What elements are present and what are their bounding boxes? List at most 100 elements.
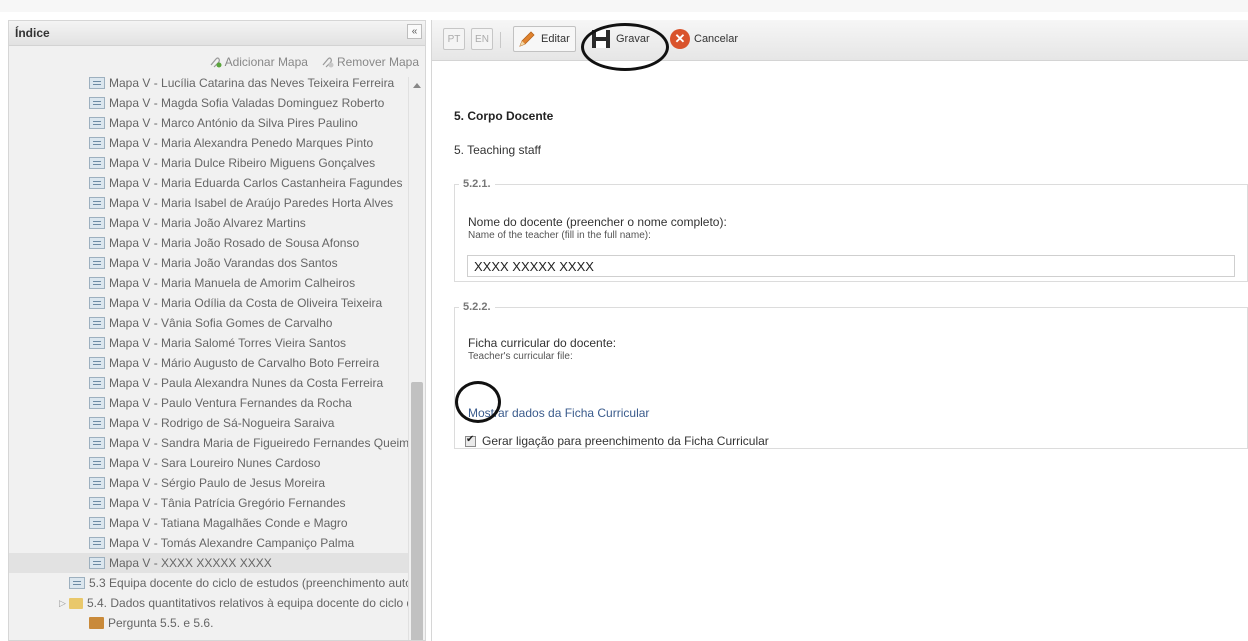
tree-item-label: 5.3 Equipa docente do ciclo de estudos (… — [89, 576, 410, 590]
generate-link-label: Gerar ligação para preenchimento da Fich… — [482, 434, 769, 448]
scroll-up-arrow-icon[interactable] — [413, 83, 421, 88]
tree-item[interactable]: Mapa V - Paulo Ventura Fernandes da Roch… — [9, 393, 410, 413]
tree-item[interactable]: Mapa V - Maria Eduarda Carlos Castanheir… — [9, 173, 410, 193]
tree-item-label: Mapa V - Tânia Patrícia Gregório Fernand… — [109, 496, 346, 510]
document-icon — [89, 357, 105, 369]
section-title: 5. Corpo Docente — [454, 109, 554, 123]
tree-item[interactable]: Mapa V - Mário Augusto de Carvalho Boto … — [9, 353, 410, 373]
document-icon — [89, 557, 105, 569]
tree-item[interactable]: Mapa V - Tatiana Magalhães Conde e Magro — [9, 513, 410, 533]
document-icon — [89, 397, 105, 409]
question-book-icon — [89, 617, 104, 629]
document-icon — [89, 517, 105, 529]
collapse-panel-button[interactable]: « — [407, 24, 422, 39]
remove-map-icon — [322, 57, 334, 68]
tree-item[interactable]: Mapa V - Maria João Varandas dos Santos — [9, 253, 410, 273]
document-icon — [89, 117, 105, 129]
tree-item-label: Mapa V - Magda Sofia Valadas Dominguez R… — [109, 96, 385, 110]
document-icon — [89, 377, 105, 389]
tree-item[interactable]: Mapa V - Maria Odília da Costa de Olivei… — [9, 293, 410, 313]
index-panel-header: Índice « — [9, 21, 425, 46]
folder-icon — [69, 597, 83, 609]
remove-map-button[interactable]: Remover Mapa — [320, 55, 419, 69]
teacher-name-input[interactable] — [467, 255, 1235, 277]
tree-item-label: Mapa V - Maria Eduarda Carlos Castanheir… — [109, 176, 403, 190]
tree-item[interactable]: ▷ 5.4. Dados quantitativos relativos à eq… — [9, 593, 410, 613]
tree-item[interactable]: Mapa V - Maria Dulce Ribeiro Miguens Gon… — [9, 153, 410, 173]
tree-item-label: Mapa V - Maria João Alvarez Martins — [109, 216, 306, 230]
tree-item[interactable]: Pergunta 5.5. e 5.6. — [9, 613, 410, 633]
generate-link-checkbox[interactable] — [465, 434, 476, 447]
tree-item[interactable]: Mapa V - Tânia Patrícia Gregório Fernand… — [9, 493, 410, 513]
document-icon — [89, 417, 105, 429]
tree-item-label: Mapa V - Vânia Sofia Gomes de Carvalho — [109, 316, 333, 330]
document-icon — [89, 497, 105, 509]
tree-item[interactable]: Mapa V - Maria Salomé Torres Vieira Sant… — [9, 333, 410, 353]
tree-item[interactable]: Mapa V - Maria Isabel de Araújo Paredes … — [9, 193, 410, 213]
document-icon — [89, 297, 105, 309]
tree-item-label: Mapa V - Sérgio Paulo de Jesus Moreira — [109, 476, 326, 490]
tree-item-label: Mapa V - Tatiana Magalhães Conde e Magro — [109, 516, 348, 530]
index-panel: Índice « Adicionar Mapa Remover Mapa Map… — [8, 20, 426, 641]
document-icon — [89, 457, 105, 469]
tree-item[interactable]: Mapa V - Tomás Alexandre Campaniço Palma — [9, 533, 410, 553]
cancel-button[interactable]: ✕ Cancelar — [670, 26, 738, 52]
tree-item-label: Mapa V - Marco António da Silva Pires Pa… — [109, 116, 358, 130]
document-icon — [89, 77, 105, 89]
language-pt-button[interactable]: PT — [443, 28, 465, 50]
curricular-file-sublabel: Teacher's curricular file: — [468, 351, 573, 362]
editor-toolbar: PT EN Editar Gravar ✕ Cancelar — [432, 20, 1248, 61]
tree-item[interactable]: Mapa V - Sérgio Paulo de Jesus Moreira — [9, 473, 410, 493]
save-icon — [592, 30, 610, 48]
save-label: Gravar — [616, 33, 650, 45]
tree-item-label: 5.4. Dados quantitativos relativos à equ… — [87, 596, 410, 610]
document-icon — [89, 157, 105, 169]
tree-item[interactable]: Mapa V - Vânia Sofia Gomes de Carvalho — [9, 313, 410, 333]
tree-expand-icon[interactable]: ▷ — [59, 598, 69, 609]
tree-item-label: Mapa V - Maria Dulce Ribeiro Miguens Gon… — [109, 156, 376, 170]
fieldset-legend-5-2-1: 5.2.1. — [463, 178, 491, 190]
pencil-icon — [519, 31, 535, 47]
cancel-label: Cancelar — [694, 33, 739, 45]
scrollbar-thumb[interactable] — [411, 382, 423, 640]
index-scrollbar[interactable] — [408, 77, 425, 640]
edit-label: Editar — [541, 33, 570, 45]
tree-item-label: Mapa V - Paulo Ventura Fernandes da Roch… — [109, 396, 352, 410]
tree-item[interactable]: Mapa V - Maria João Alvarez Martins — [9, 213, 410, 233]
tree-item[interactable]: Mapa V - Maria Alexandra Penedo Marques … — [9, 133, 410, 153]
teacher-name-label: Nome do docente (preencher o nome comple… — [468, 215, 727, 229]
add-map-label: Adicionar Mapa — [224, 55, 308, 69]
tree-item[interactable]: Mapa V - XXXX XXXXX XXXX — [9, 553, 410, 573]
document-icon — [89, 237, 105, 249]
tree-item[interactable]: Mapa V - Magda Sofia Valadas Dominguez R… — [9, 93, 410, 113]
save-button[interactable]: Gravar — [590, 26, 650, 52]
document-icon — [89, 217, 105, 229]
language-en-button[interactable]: EN — [471, 28, 493, 50]
document-icon — [89, 537, 105, 549]
generate-link-option[interactable]: Gerar ligação para preenchimento da Fich… — [465, 434, 769, 448]
tree-item[interactable]: Mapa V - Maria João Rosado de Sousa Afon… — [9, 233, 410, 253]
document-icon — [69, 577, 85, 589]
add-map-button[interactable]: Adicionar Mapa — [208, 55, 308, 69]
tree-item[interactable]: Mapa V - Lucília Catarina das Neves Teix… — [9, 77, 410, 93]
show-curricular-data-link[interactable]: Mostrar dados da Ficha Curricular — [468, 406, 649, 420]
teacher-name-sublabel: Name of the teacher (fill in the full na… — [468, 230, 651, 241]
map-actions: Adicionar Mapa Remover Mapa — [208, 55, 419, 69]
document-icon — [89, 137, 105, 149]
document-icon — [89, 97, 105, 109]
edit-button[interactable]: Editar — [513, 26, 576, 52]
tree-item[interactable]: Mapa V - Sara Loureiro Nunes Cardoso — [9, 453, 410, 473]
tree-item-label: Mapa V - Tomás Alexandre Campaniço Palma — [109, 536, 355, 550]
remove-map-label: Remover Mapa — [336, 55, 419, 69]
tree-item-label: Mapa V - Maria João Varandas dos Santos — [109, 256, 338, 270]
tree-item[interactable]: 5.3 Equipa docente do ciclo de estudos (… — [9, 573, 410, 593]
document-icon — [89, 277, 105, 289]
tree-item[interactable]: Mapa V - Paula Alexandra Nunes da Costa … — [9, 373, 410, 393]
tree-item-label: Mapa V - XXXX XXXXX XXXX — [109, 556, 272, 570]
tree-item[interactable]: Mapa V - Rodrigo de Sá-Nogueira Saraiva — [9, 413, 410, 433]
tree-item-label: Mapa V - Maria Salomé Torres Vieira Sant… — [109, 336, 346, 350]
tree-item[interactable]: Mapa V - Maria Manuela de Amorim Calheir… — [9, 273, 410, 293]
tree-item[interactable]: Mapa V - Marco António da Silva Pires Pa… — [9, 113, 410, 133]
tree-item[interactable]: Mapa V - Sandra Maria de Figueiredo Fern… — [9, 433, 410, 453]
tree-item-label: Mapa V - Paula Alexandra Nunes da Costa … — [109, 376, 384, 390]
